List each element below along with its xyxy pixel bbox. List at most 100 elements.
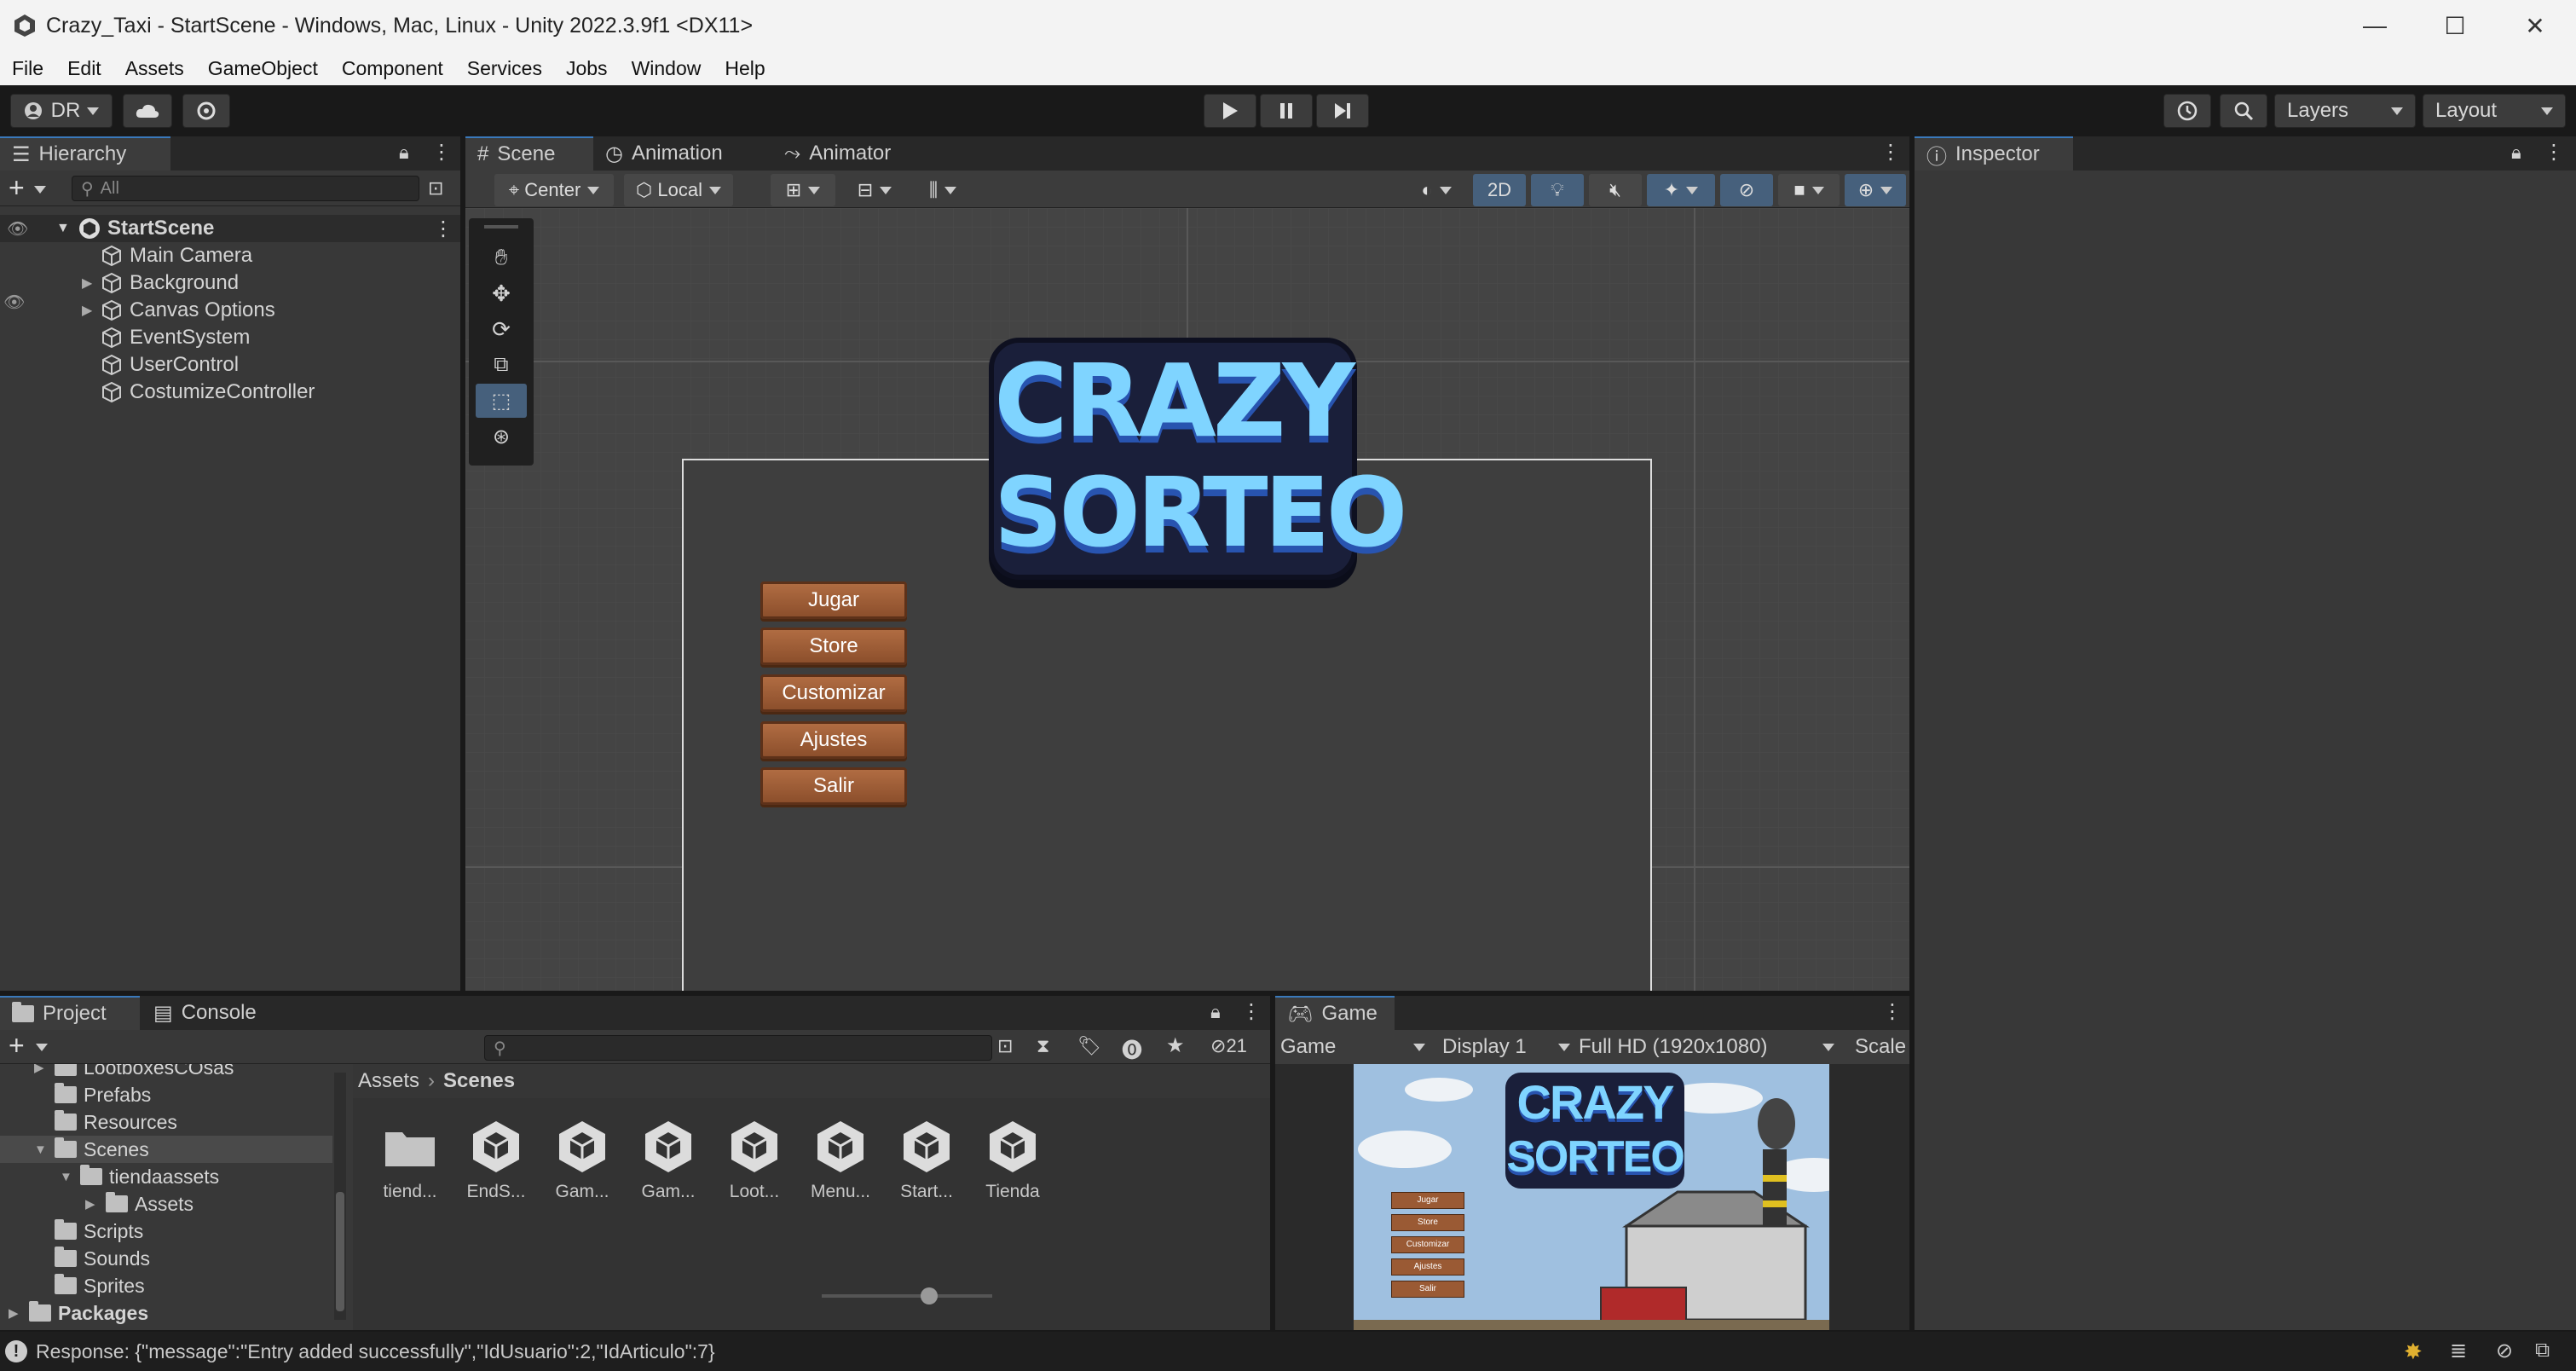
project-tree-item[interactable]: Sounds [0,1245,332,1272]
chevron-down-icon[interactable]: ▼ [34,1142,47,1157]
zoom-slider-thumb[interactable] [921,1287,938,1304]
increment-snap-button[interactable]: ⫼ [909,174,977,206]
collab-button[interactable] [182,94,230,128]
tab-scene[interactable]: # Scene [465,136,593,171]
effects-dropdown[interactable]: ✦ [1647,174,1715,206]
asset-item[interactable]: tiend... [372,1117,448,1202]
hidden-count[interactable]: ⊘21 [1210,1035,1247,1057]
lock-icon[interactable]: 🔒︎ [2511,142,2521,164]
project-tree-item[interactable]: ▶ LootboxesCOsas [0,1064,332,1081]
rotate-tool-icon[interactable]: ⟳ [476,312,527,346]
scene-row[interactable]: 👁︎ ▼ StartScene ⋮ [0,215,460,242]
game-preview[interactable]: CRAZY SORTEO Jugar Store Customizar Ajus… [1354,1064,1829,1330]
add-icon[interactable]: + [9,1030,25,1062]
menu-assets[interactable]: Assets [125,57,184,80]
hierarchy-item[interactable]: EventSystem [0,324,460,351]
more-options-icon[interactable]: ⋮ [1241,999,1262,1024]
more-options-icon[interactable]: ⋮ [1882,999,1903,1024]
tab-console[interactable]: ▤ Console [142,996,269,1030]
hierarchy-item[interactable]: CostumizeController [0,379,460,406]
label-icon[interactable]: 🏷︎ [1077,1035,1101,1057]
tree-scrollbar[interactable] [334,1073,346,1320]
cloud-button[interactable] [123,94,172,128]
store-button[interactable]: Store [760,628,907,665]
customizar-button[interactable]: Customizar [760,674,907,712]
screenshot-icon[interactable]: ⧉ [2535,1339,2550,1362]
game-store-button[interactable]: Store [1391,1214,1464,1231]
asset-item[interactable]: Loot... [716,1117,793,1202]
tab-game[interactable]: 🎮︎ Game [1275,996,1395,1030]
game-ajustes-button[interactable]: Ajustes [1391,1258,1464,1276]
project-tree-item[interactable]: Sprites [0,1272,332,1299]
project-tree-item[interactable]: Resources [0,1108,332,1136]
project-tree-item[interactable]: ▶ Packages [0,1299,332,1327]
hand-tool-icon[interactable]: ✋︎ [476,240,527,275]
search-options-icon[interactable]: ⊡ [428,177,443,200]
project-tree-item[interactable]: Scripts [0,1218,332,1245]
breadcrumb-assets[interactable]: Assets [358,1069,419,1093]
menu-help[interactable]: Help [725,57,765,80]
toggle-2d-button[interactable]: 2D [1473,174,1526,206]
history-button[interactable] [2163,94,2211,128]
maximize-button[interactable]: ☐ [2429,9,2481,43]
search-button[interactable] [2220,94,2267,128]
minimize-button[interactable]: — [2349,9,2400,43]
asset-item[interactable]: Gam... [544,1117,621,1202]
cache-icon[interactable]: ≣ [2450,1339,2467,1363]
asset-item[interactable]: Tienda [974,1117,1051,1202]
more-options-icon[interactable]: ⋮ [431,140,452,165]
bug-icon[interactable]: ✸ [2404,1339,2423,1365]
pivot-center-dropdown[interactable]: ⌖ Center [494,174,614,206]
ajustes-button[interactable]: Ajustes [760,721,907,759]
search-by-type-icon[interactable]: ⊡ [997,1035,1013,1057]
move-tool-icon[interactable]: ✥ [476,276,527,310]
display-dropdown[interactable]: Display 1 [1442,1035,1570,1059]
chevron-down-icon[interactable] [36,1040,48,1056]
salir-button[interactable]: Salir [760,767,907,805]
chevron-right-icon[interactable]: ▶ [82,275,92,292]
grid-snap-button[interactable]: ⊞ [771,174,835,206]
visibility-icon[interactable]: 👁︎ [7,218,28,240]
chevron-down-icon[interactable]: ▼ [60,1170,72,1184]
camera-dropdown[interactable]: ■ [1778,174,1840,206]
menu-gameobject[interactable]: GameObject [208,57,318,80]
project-tree-item[interactable]: ▶ Assets [0,1190,332,1218]
project-tree-item[interactable]: ▼ Scenes [0,1136,332,1163]
project-search-input[interactable]: ⚲ [484,1035,992,1061]
scene-viewport[interactable] [465,208,1909,991]
asset-item[interactable]: EndS... [458,1117,534,1202]
menu-jobs[interactable]: Jobs [566,57,608,80]
warning-icon[interactable]: ⓿ [1122,1033,1142,1063]
hierarchy-search-input[interactable]: ⚲ All [72,176,419,201]
rect-tool-icon[interactable]: ⬚ [476,384,527,418]
layers-dropdown[interactable]: Layers [2274,94,2416,128]
tab-animator[interactable]: ⤳ Animator [772,136,903,171]
pause-button[interactable] [1260,94,1313,128]
asset-item[interactable]: Gam... [630,1117,707,1202]
game-jugar-button[interactable]: Jugar [1391,1192,1464,1209]
more-options-icon[interactable]: ⋮ [1880,140,1901,165]
layout-dropdown[interactable]: Layout [2423,94,2566,128]
menu-edit[interactable]: Edit [67,57,101,80]
breadcrumb-scenes[interactable]: Scenes [443,1069,515,1093]
project-tree-item[interactable]: ▼ tiendaassets [0,1163,332,1190]
chevron-down-icon[interactable] [34,182,46,198]
game-customizar-button[interactable]: Customizar [1391,1236,1464,1253]
filter-icon[interactable]: ⧗ [1037,1035,1049,1057]
add-icon[interactable]: + [9,172,25,204]
menu-component[interactable]: Component [342,57,443,80]
audio-toggle[interactable]: 🔇︎ [1589,174,1642,206]
zoom-slider[interactable] [822,1287,992,1304]
game-salir-button[interactable]: Salir [1391,1281,1464,1298]
chevron-right-icon[interactable]: ▶ [9,1305,19,1321]
play-button[interactable] [1204,94,1256,128]
lighting-toggle[interactable]: 💡︎ [1531,174,1584,206]
hierarchy-item[interactable]: ▶ Background [0,269,460,297]
tab-project[interactable]: Project [0,996,140,1030]
lock-icon[interactable]: 🔒︎ [1210,1001,1221,1023]
draw-mode-dropdown[interactable]: ◐ [1405,174,1468,206]
tab-animation[interactable]: ◷ Animation [593,136,735,171]
menu-file[interactable]: File [12,57,43,80]
game-mode-dropdown[interactable]: Game [1280,1035,1425,1059]
menu-services[interactable]: Services [467,57,542,80]
